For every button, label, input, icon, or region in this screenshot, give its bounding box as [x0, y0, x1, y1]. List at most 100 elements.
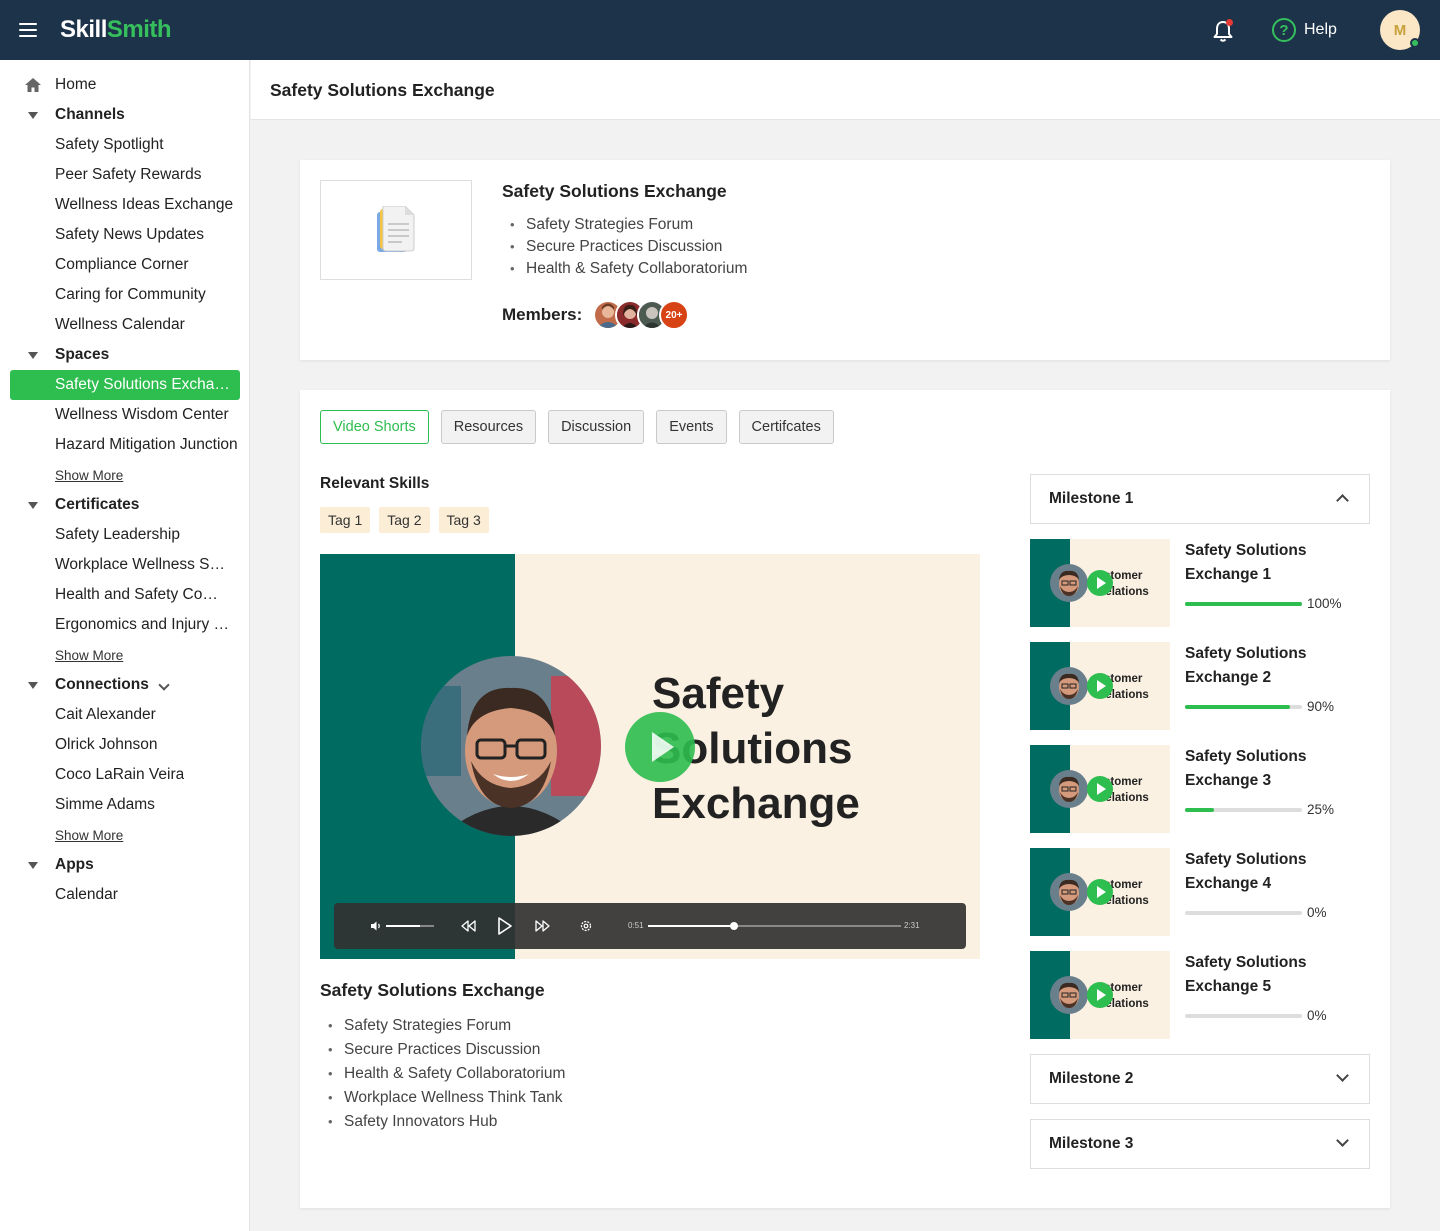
sidebar-item-certificate[interactable]: Safety Leadership	[0, 520, 250, 550]
milestone-video-item[interactable]: ustomer Relations Safety Solutions Exchang…	[1030, 745, 1370, 833]
connections-show-more-link[interactable]: Show More	[55, 828, 123, 843]
rewind-icon[interactable]	[460, 919, 476, 933]
milestone-video-title-line: Safety Solutions	[1185, 954, 1307, 971]
caret-down-icon	[28, 682, 38, 689]
app-logo[interactable]: SkillSmith	[60, 16, 172, 44]
tab-resources[interactable]: Resources	[440, 410, 537, 444]
milestone-3-header[interactable]: Milestone 3	[1030, 1119, 1370, 1169]
sidebar-item-connection[interactable]: Coco LaRain Veira	[0, 760, 250, 790]
sidebar-item-certificate[interactable]: Health and Safety Compliance	[0, 580, 250, 610]
tab-discussion[interactable]: Discussion	[548, 410, 645, 444]
sidebar-item-channel[interactable]: Wellness Calendar	[0, 310, 250, 340]
section-label: Connections	[55, 676, 149, 693]
milestone-video-title: Safety Solutions Exchange 4	[1185, 848, 1335, 896]
skill-tag[interactable]: Tag 1	[320, 507, 371, 533]
section-label: Channels	[55, 106, 125, 123]
skill-tag[interactable]: Tag 3	[438, 507, 489, 533]
video-topic-list: Safety Strategies Forum Secure Practices…	[320, 1014, 565, 1134]
sidebar-item-label: Hazard Mitigation Junction	[55, 436, 238, 453]
play-icon[interactable]	[625, 712, 695, 782]
sidebar-section-channels[interactable]: Channels	[0, 100, 250, 130]
milestone-2-header[interactable]: Milestone 2	[1030, 1054, 1370, 1104]
list-item: Secure Practices Discussion	[320, 1038, 565, 1062]
sidebar-item-connection[interactable]: Cait Alexander	[0, 700, 250, 730]
sidebar-item-label: Simme Adams	[55, 796, 155, 813]
sidebar-section-spaces[interactable]: Spaces	[0, 340, 250, 370]
video-progress-knob[interactable]	[730, 922, 739, 930]
play-pause-icon[interactable]	[497, 916, 513, 936]
milestone-progress-fill	[1185, 705, 1291, 709]
sidebar-item-connection[interactable]: Olrick Johnson	[0, 730, 250, 760]
relevant-skills-heading: Relevant Skills	[320, 475, 430, 492]
video-title-line: Safety	[652, 669, 785, 718]
sidebar-item-certificate[interactable]: Ergonomics and Injury Prevention	[0, 610, 250, 640]
notification-dot	[1226, 19, 1233, 26]
sidebar-item-label: Ergonomics and Injury Prevention	[55, 616, 233, 633]
milestone-video-thumbnail: ustomer Relations	[1030, 951, 1170, 1039]
section-label: Apps	[55, 856, 94, 873]
certificates-show-more-link[interactable]: Show More	[55, 648, 123, 663]
member-avatars[interactable]: 20+	[593, 300, 689, 330]
sidebar-item-app[interactable]: Calendar	[0, 880, 250, 910]
milestone-video-thumbnail: ustomer Relations	[1030, 642, 1170, 730]
sidebar-item-certificate[interactable]: Workplace Wellness Specialist	[0, 550, 250, 580]
members-more-badge[interactable]: 20+	[659, 300, 689, 330]
sidebar-item-channel[interactable]: Caring for Community	[0, 280, 250, 310]
chevron-down-icon[interactable]	[158, 679, 170, 691]
milestone-video-item[interactable]: ustomer Relations Safety Solutions Exchang…	[1030, 642, 1370, 730]
sidebar-section-apps[interactable]: Apps	[0, 850, 250, 880]
sidebar-item-label: Compliance Corner	[55, 256, 189, 273]
milestone-video-item[interactable]: ustomer Relations Safety Solutions Exchang…	[1030, 539, 1370, 627]
spaces-show-more-link[interactable]: Show More	[55, 468, 123, 483]
skill-tag[interactable]: Tag 2	[379, 507, 430, 533]
list-item: Safety Strategies Forum	[502, 214, 747, 236]
video-progress-bar[interactable]	[648, 922, 901, 930]
video-player[interactable]: Safety Solutions Exchange 0:51 2:31	[320, 554, 980, 959]
sidebar-item-space[interactable]: Wellness Wisdom Center	[0, 400, 250, 430]
milestone-1-header[interactable]: Milestone 1	[1030, 474, 1370, 524]
sidebar-item-home[interactable]: Home	[0, 70, 250, 100]
milestone-label: Milestone 2	[1049, 1070, 1134, 1087]
sidebar-item-label: Calendar	[55, 886, 118, 903]
play-icon[interactable]	[1087, 776, 1113, 802]
settings-gear-icon[interactable]	[579, 919, 593, 933]
sidebar-section-certificates[interactable]: Certificates	[0, 490, 250, 520]
chevron-up-icon	[1336, 494, 1349, 507]
sidebar-item-channel[interactable]: Compliance Corner	[0, 250, 250, 280]
fast-forward-icon[interactable]	[535, 919, 551, 933]
notification-bell-icon[interactable]	[1212, 19, 1234, 43]
tab-certificates[interactable]: Certifcates	[738, 410, 834, 444]
sidebar-item-label: Safety Spotlight	[55, 136, 164, 153]
milestone-video-thumbnail: ustomer Relations	[1030, 539, 1170, 627]
play-icon[interactable]	[1087, 982, 1113, 1008]
play-icon[interactable]	[1087, 570, 1113, 596]
milestone-video-title-line: Exchange 3	[1185, 772, 1272, 789]
milestone-progress-percent: 0%	[1307, 905, 1327, 920]
user-avatar[interactable]: M	[1380, 10, 1420, 50]
sidebar-item-label: Safety Solutions Exchange	[55, 376, 235, 393]
milestone-video-item[interactable]: ustomer Relations Safety Solutions Exchang…	[1030, 848, 1370, 936]
play-icon[interactable]	[1087, 879, 1113, 905]
section-label: Certificates	[55, 496, 140, 513]
tab-video-shorts[interactable]: Video Shorts	[320, 410, 429, 444]
sidebar-item-channel[interactable]: Safety News Updates	[0, 220, 250, 250]
milestone-video-item[interactable]: ustomer Relations Safety Solutions Exchang…	[1030, 951, 1370, 1039]
sidebar-item-space-active[interactable]: Safety Solutions Exchange	[10, 370, 240, 400]
sidebar-item-channel[interactable]: Peer Safety Rewards	[0, 160, 250, 190]
sidebar-item-channel[interactable]: Safety Spotlight	[0, 130, 250, 160]
sidebar-item-connection[interactable]: Simme Adams	[0, 790, 250, 820]
content-card: Video Shorts Resources Discussion Events…	[300, 390, 1390, 1208]
video-title-line: Exchange	[652, 779, 860, 828]
milestone-progress-percent: 25%	[1307, 802, 1335, 817]
help-button[interactable]: ? Help	[1272, 18, 1337, 42]
sidebar-item-channel[interactable]: Wellness Ideas Exchange	[0, 190, 250, 220]
play-icon[interactable]	[1087, 673, 1113, 699]
sidebar-item-space[interactable]: Hazard Mitigation Junction	[0, 430, 250, 460]
presenter-thumb	[1050, 667, 1088, 705]
tab-events[interactable]: Events	[656, 410, 727, 444]
volume-icon[interactable]	[370, 920, 382, 932]
menu-icon[interactable]	[19, 23, 37, 37]
sidebar-section-connections[interactable]: Connections	[0, 670, 250, 700]
top-bar: SkillSmith ? Help M	[0, 0, 1440, 60]
volume-slider[interactable]	[386, 925, 434, 927]
